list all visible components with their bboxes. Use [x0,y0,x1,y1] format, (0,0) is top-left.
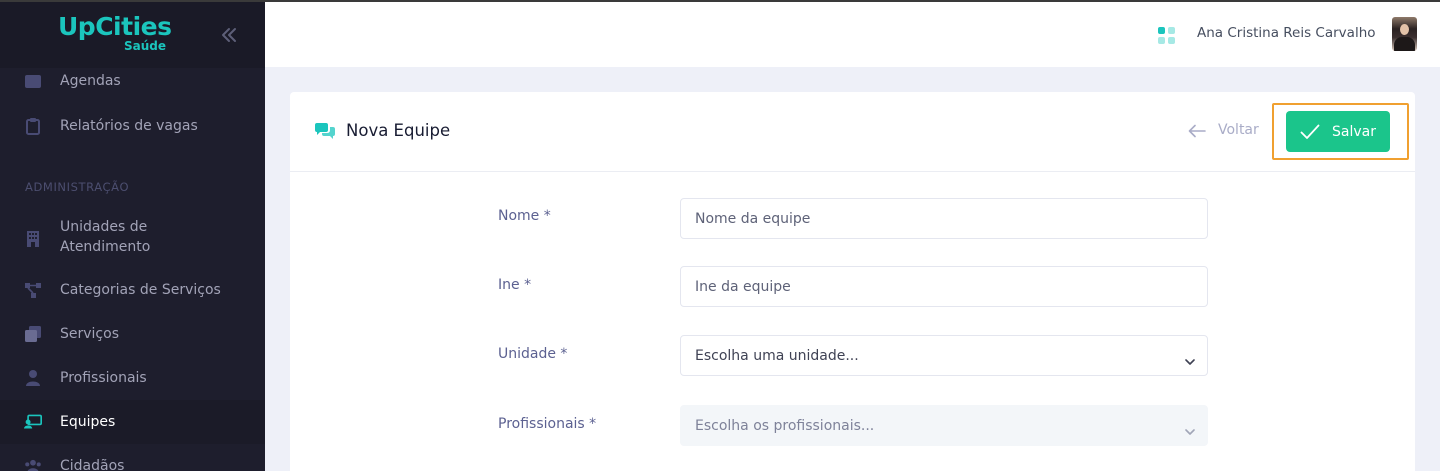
save-label: Salvar [1332,123,1376,140]
sidebar-item-cidadaos[interactable]: Cidadãos [0,444,265,471]
collapse-sidebar-icon[interactable] [218,24,240,46]
sidebar-item-label: Cidadãos [60,458,125,471]
sidebar-item-unidades-de-atendimento[interactable]: Unidades de Atendimento [0,215,265,263]
users-icon [24,457,42,471]
profissionais-label: Profissionais * [498,416,597,432]
sidebar-item-label: Unidades de [60,219,148,235]
profissionais-select[interactable]: Escolha os profissionais... [680,405,1208,446]
nome-field[interactable]: Nome da equipe [680,198,1208,239]
ine-label: Ine * [498,277,532,293]
sidebar-item-label: Categorias de Serviços [60,282,221,298]
calendar-icon [24,72,42,90]
nova-equipe-card: Nova Equipe Voltar Salvar Nome * Nome da… [290,92,1415,471]
clipboard-icon [24,117,42,135]
sidebar-item-servicos[interactable]: Serviços [0,312,265,356]
unidade-label: Unidade * [498,346,568,362]
sidebar-item-agendas[interactable]: Agendas [0,59,265,103]
sidebar-item-label: Relatórios de vagas [60,118,198,134]
chevron-down-icon [1185,421,1195,435]
top-header: Ana Cristina Reis Carvalho [265,2,1440,67]
logo-sub: Saúde [124,39,167,53]
sidebar-section-administracao: ADMINISTRAÇÃO [25,180,130,194]
sidebar-item-label: Serviços [60,326,119,342]
sidebar-item-label: Atendimento [60,239,151,255]
arrow-left-icon [1188,123,1206,138]
building-icon [24,230,42,248]
sidebar-item-relatorios-de-vagas[interactable]: Relatórios de vagas [0,104,265,148]
nome-label: Nome * [498,208,551,224]
chat-bubbles-icon [314,122,336,140]
card-header: Nova Equipe Voltar Salvar [290,92,1415,172]
unidade-selected-value: Escolha uma unidade... [695,347,859,364]
back-label: Voltar [1218,122,1259,138]
save-button[interactable]: Salvar [1286,111,1390,152]
hierarchy-icon [24,281,42,299]
ine-field[interactable]: Ine da equipe [680,266,1208,307]
sidebar-item-profissionais[interactable]: Profissionais [0,356,265,400]
user-icon [24,369,42,387]
team-icon [24,413,42,431]
brand-area: UpCities Saúde [0,0,265,68]
window-top-border [0,0,1440,2]
user-name[interactable]: Ana Cristina Reis Carvalho [1197,25,1376,41]
logo-name: UpCities [58,12,172,41]
back-button[interactable]: Voltar [1188,122,1259,138]
unidade-select[interactable]: Escolha uma unidade... [680,335,1208,376]
sidebar: UpCities Saúde Agendas Relatórios de vag… [0,0,265,471]
nome-placeholder: Nome da equipe [695,210,811,227]
layers-icon [24,325,42,343]
sidebar-item-label: Equipes [60,414,116,430]
page-title: Nova Equipe [346,121,451,140]
upcities-logo[interactable]: UpCities Saúde [58,12,172,54]
apps-grid-icon[interactable] [1158,27,1176,45]
user-avatar[interactable] [1392,17,1417,51]
check-icon [1300,124,1320,140]
sidebar-item-label: Agendas [60,73,121,89]
sidebar-item-label-group: Unidades de Atendimento [60,217,150,257]
profissionais-selected-value: Escolha os profissionais... [695,417,875,434]
ine-placeholder: Ine da equipe [695,278,791,295]
chevron-down-icon [1185,351,1195,365]
sidebar-item-categorias-de-servicos[interactable]: Categorias de Serviços [0,268,265,312]
sidebar-item-equipes[interactable]: Equipes [0,400,265,444]
sidebar-item-label: Profissionais [60,370,147,386]
